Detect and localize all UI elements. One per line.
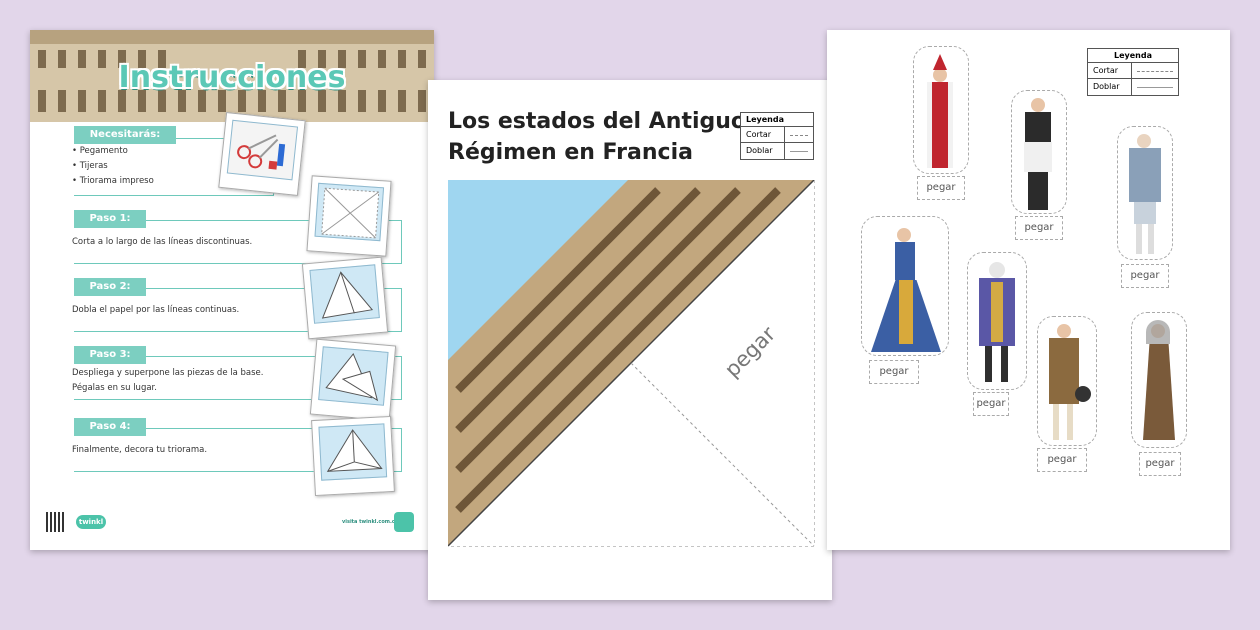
- step2-label: Paso 2:: [74, 278, 146, 296]
- legend-fold: Doblar: [741, 143, 785, 159]
- solid-line-icon: [1137, 87, 1173, 88]
- unfolded-square-icon: [321, 187, 380, 239]
- figures-legend-table: Leyenda Cortar Doblar: [1087, 48, 1179, 96]
- badge-icon: [394, 512, 414, 532]
- title-line-2: Régimen en Francia: [448, 140, 693, 165]
- figures-legend-title: Leyenda: [1088, 49, 1178, 63]
- step1-label: Paso 1:: [74, 210, 146, 228]
- legend-table: Leyenda Cortar Doblar: [740, 112, 814, 160]
- needs-item-glue: • Pegamento: [72, 146, 128, 156]
- legend-cut: Cortar: [741, 127, 785, 142]
- step2-text: Dobla el papel por las líneas continuas.: [72, 305, 240, 315]
- triorama-title: Los estados del Antiguo Régimen en Franc…: [448, 106, 746, 168]
- figure-label: pegar: [1139, 452, 1181, 476]
- step1-photo: [306, 175, 392, 257]
- instructions-sheet: Instrucciones Necesitarás: • Pegamento •…: [30, 30, 434, 550]
- step3-label: Paso 3:: [74, 346, 146, 364]
- needs-item-scissors: • Tijeras: [72, 161, 108, 171]
- dashed-line-icon: [790, 135, 808, 136]
- figure-label: pegar: [1037, 448, 1087, 472]
- step1-text: Corta a lo largo de las líneas discontin…: [72, 237, 253, 247]
- figures-legend-cut: Cortar: [1088, 63, 1132, 78]
- palace-banner: Instrucciones: [30, 30, 434, 122]
- title-line-1: Los estados del Antiguo: [448, 109, 747, 134]
- figures-sheet: Leyenda Cortar Doblar pegar pegar pegar: [827, 30, 1230, 550]
- overlap-triangle-icon: [325, 352, 379, 402]
- glue-icon: [276, 143, 286, 167]
- step4-label: Paso 4:: [74, 418, 146, 436]
- figures-legend-fold: Doblar: [1088, 79, 1132, 95]
- step2-photo: [301, 256, 389, 340]
- triorama-sheet: Los estados del Antiguo Régimen en Franc…: [428, 80, 832, 600]
- figure-label: pegar: [973, 392, 1009, 416]
- step3-text-line1: Despliega y superpone las piezas de la b…: [72, 368, 264, 378]
- footer-url: visita twinkl.com.co: [342, 519, 399, 525]
- scissors-icon: [237, 134, 286, 170]
- qr-code-icon: [46, 512, 66, 532]
- figure-label: pegar: [917, 176, 965, 200]
- step3-photo: [309, 338, 397, 422]
- step3-text-line2: Pégalas en su lugar.: [72, 383, 157, 393]
- step4-text: Finalmente, decora tu triorama.: [72, 445, 208, 455]
- figure-label: pegar: [1121, 264, 1169, 288]
- supplies-photo: [218, 112, 306, 196]
- needs-item-triorama: • Triorama impreso: [72, 176, 154, 186]
- twinkl-logo-icon: twinkl: [76, 515, 106, 529]
- instructions-title: Instrucciones: [118, 60, 346, 95]
- solid-line-icon: [790, 151, 808, 152]
- figure-label: pegar: [869, 360, 919, 384]
- dashed-line-icon: [1137, 71, 1173, 72]
- triorama-pyramid-icon: [326, 429, 383, 472]
- figure-label: pegar: [1015, 216, 1063, 240]
- legend-title: Leyenda: [741, 113, 813, 127]
- needs-label: Necesitarás:: [74, 126, 176, 144]
- triorama-template: [448, 180, 815, 547]
- step4-photo: [311, 415, 395, 497]
- folded-triangle-icon: [321, 271, 374, 319]
